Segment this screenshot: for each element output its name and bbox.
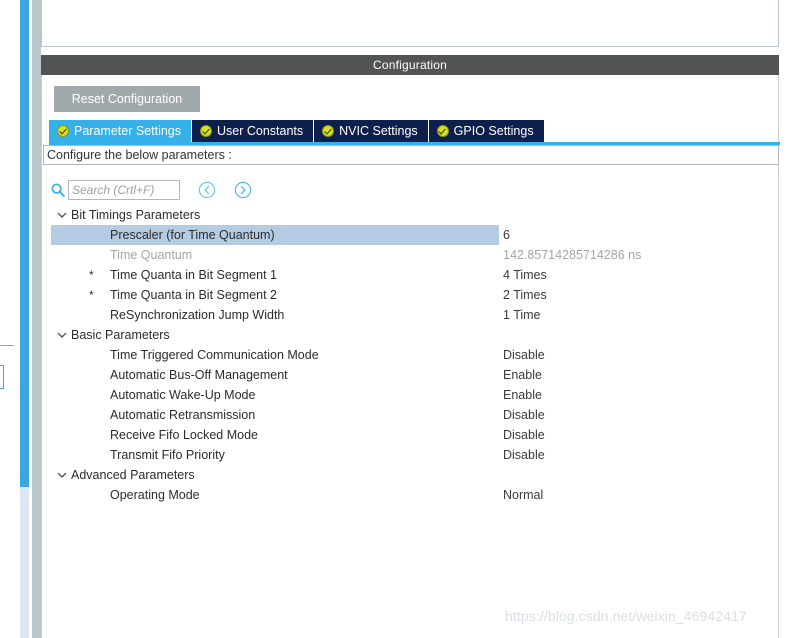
tree-group-row[interactable]: Advanced Parameters <box>43 465 779 485</box>
check-circle-icon <box>322 125 335 137</box>
tree-row-label-area: Time Quantum <box>51 245 499 265</box>
tree-param-row[interactable]: Transmit Fifo Priority Disable <box>43 445 779 465</box>
tree-param-value[interactable]: Normal <box>503 485 543 505</box>
tree-param-label: Time Triggered Communication Mode <box>110 348 319 362</box>
tree-param-row[interactable]: Operating Mode Normal <box>43 485 779 505</box>
configuration-body: Reset Configuration Parameter Settings Us… <box>41 75 780 638</box>
tree-param-row[interactable]: Receive Fifo Locked Mode Disable <box>43 425 779 445</box>
tree-param-value[interactable]: Disable <box>503 405 545 425</box>
left-fragment-field <box>0 365 4 389</box>
tab-strip: Parameter Settings User Constants NVIC Set… <box>49 120 544 142</box>
tree-row-label-area: Basic Parameters <box>51 325 499 345</box>
tree-param-label: Receive Fifo Locked Mode <box>110 428 258 442</box>
parameter-tree: Bit Timings Parameters Prescaler (for Tim… <box>43 205 779 505</box>
check-circle-icon <box>200 125 212 137</box>
tree-row-label-area: Operating Mode <box>51 485 499 505</box>
top-panel <box>41 0 779 47</box>
tree-param-label: Time Quanta in Bit Segment 1 <box>110 268 277 282</box>
tree-param-value[interactable]: Enable <box>503 365 542 385</box>
tree-param-value[interactable]: 4 Times <box>503 265 547 285</box>
tab-parameter-settings[interactable]: Parameter Settings <box>49 120 192 142</box>
watermark: https://blog.csdn.net/weixin_46942417 <box>505 608 747 624</box>
left-scrollbar-thumb[interactable] <box>20 0 29 487</box>
tree-group-label: Advanced Parameters <box>71 468 195 482</box>
tab-nvic-settings[interactable]: NVIC Settings <box>314 120 429 142</box>
chevron-right-circle-icon[interactable] <box>234 181 252 199</box>
tree-param-value[interactable]: Disable <box>503 445 545 465</box>
modified-marker: * <box>89 288 94 302</box>
tree-param-label: Automatic Wake-Up Mode <box>110 388 256 402</box>
configuration-title: Configuration <box>41 55 779 75</box>
tree-param-value[interactable]: 142.85714285714286 ns <box>503 245 641 265</box>
tree-param-row[interactable]: Time Quantum 142.85714285714286 ns <box>43 245 779 265</box>
tree-param-label: Automatic Retransmission <box>110 408 256 422</box>
tree-param-value[interactable]: Disable <box>503 345 545 365</box>
tab-label: GPIO Settings <box>453 124 534 138</box>
tree-param-value[interactable]: Disable <box>503 425 545 445</box>
configure-instruction-bar: Configure the below parameters : <box>43 145 779 165</box>
tab-label: User Constants <box>217 124 304 138</box>
check-circle-icon <box>436 125 449 137</box>
tree-param-value[interactable]: 1 Time <box>503 305 541 325</box>
tree-row-label-area: * Time Quanta in Bit Segment 1 <box>51 265 499 285</box>
tree-param-label: ReSynchronization Jump Width <box>110 308 285 322</box>
left-fragment-divider <box>0 345 14 346</box>
tree-row-label-area: ReSynchronization Jump Width <box>51 305 499 325</box>
tree-row-label-area: Prescaler (for Time Quantum) <box>51 225 499 245</box>
tab-gpio-settings[interactable]: GPIO Settings <box>428 120 544 142</box>
check-circle-icon <box>57 125 69 137</box>
tree-param-label: Automatic Bus-Off Management <box>110 368 288 382</box>
tree-group-row[interactable]: Basic Parameters <box>43 325 779 345</box>
tree-param-row[interactable]: * Time Quanta in Bit Segment 1 4 Times <box>43 265 779 285</box>
tree-param-value[interactable]: 2 Times <box>503 285 547 305</box>
tree-param-label: Time Quanta in Bit Segment 2 <box>110 288 277 302</box>
chevron-down-icon[interactable] <box>55 468 69 482</box>
tree-row-label-area: Advanced Parameters <box>51 465 499 485</box>
tree-param-label: Operating Mode <box>110 488 200 502</box>
tree-param-label: Prescaler (for Time Quantum) <box>110 228 275 242</box>
search-input[interactable] <box>68 180 180 200</box>
tree-row-label-area: Automatic Retransmission <box>51 405 499 425</box>
search-row <box>50 180 252 200</box>
tree-row-label-area: Receive Fifo Locked Mode <box>51 425 499 445</box>
tree-row-label-area: Automatic Bus-Off Management <box>51 365 499 385</box>
configuration-screen: Configuration Reset Configuration Parame… <box>0 0 791 638</box>
tree-param-row[interactable]: ReSynchronization Jump Width 1 Time <box>43 305 779 325</box>
reset-configuration-button[interactable]: Reset Configuration <box>54 86 200 112</box>
tree-row-label-area: * Time Quanta in Bit Segment 2 <box>51 285 499 305</box>
tree-param-row[interactable]: Automatic Wake-Up Mode Enable <box>43 385 779 405</box>
tab-label: Parameter Settings <box>74 124 181 138</box>
tree-group-label: Basic Parameters <box>71 328 170 342</box>
tree-row-label-area: Bit Timings Parameters <box>51 205 499 225</box>
tree-param-label: Transmit Fifo Priority <box>110 448 225 462</box>
tab-label: NVIC Settings <box>339 124 418 138</box>
tree-param-row[interactable]: Time Triggered Communication Mode Disable <box>43 345 779 365</box>
tree-group-row[interactable]: Bit Timings Parameters <box>43 205 779 225</box>
tree-param-row[interactable]: Automatic Retransmission Disable <box>43 405 779 425</box>
chevron-down-icon[interactable] <box>55 208 69 222</box>
search-icon <box>50 182 66 198</box>
tree-param-row[interactable]: Automatic Bus-Off Management Enable <box>43 365 779 385</box>
tree-param-value[interactable]: Enable <box>503 385 542 405</box>
tree-row-label-area: Automatic Wake-Up Mode <box>51 385 499 405</box>
tree-row-label-area: Transmit Fifo Priority <box>51 445 499 465</box>
chevron-down-icon[interactable] <box>55 328 69 342</box>
chevron-left-circle-icon[interactable] <box>198 181 216 199</box>
tree-group-label: Bit Timings Parameters <box>71 208 201 222</box>
left-panel-divider <box>32 0 41 638</box>
modified-marker: * <box>89 268 94 282</box>
tree-param-row[interactable]: * Time Quanta in Bit Segment 2 2 Times <box>43 285 779 305</box>
tree-param-label: Time Quantum <box>110 248 193 262</box>
tree-param-row[interactable]: Prescaler (for Time Quantum) 6 <box>43 225 779 245</box>
tab-user-constants[interactable]: User Constants <box>192 120 315 142</box>
tree-param-value[interactable]: 6 <box>503 225 510 245</box>
tree-row-label-area: Time Triggered Communication Mode <box>51 345 499 365</box>
